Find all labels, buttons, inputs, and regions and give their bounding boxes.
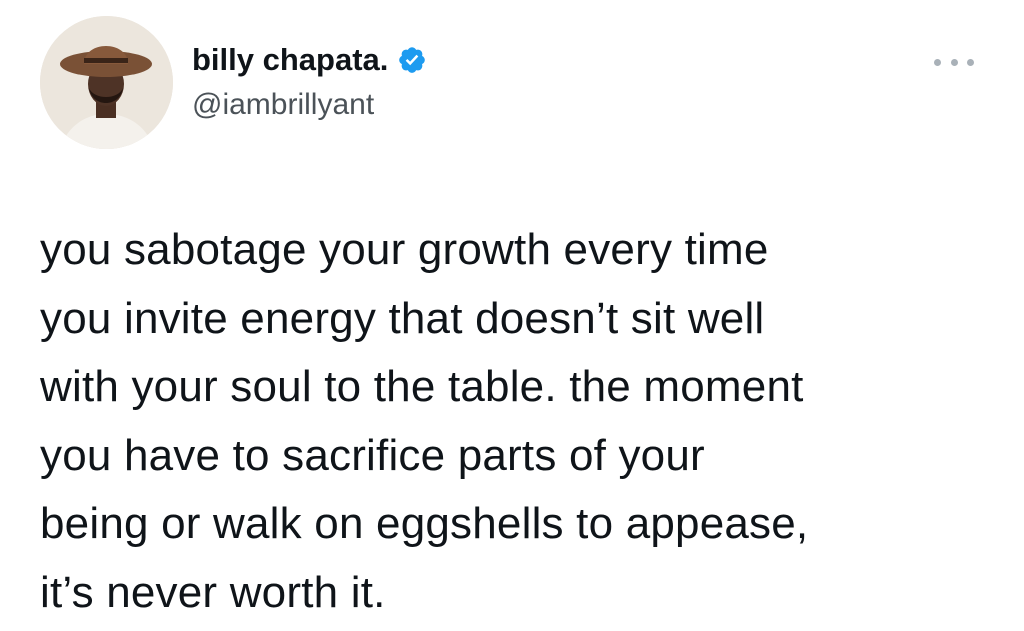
- tweet-text-line: it’s never worth it.: [40, 567, 386, 617]
- tweet-text-line: with your soul to the table. the moment: [40, 362, 804, 411]
- tweet-text-line: being or walk on eggshells to appease,: [40, 499, 809, 548]
- more-dots-icon: [934, 58, 941, 66]
- author-avatar[interactable]: [40, 16, 173, 149]
- tweet-text-line: you have to sacrifice parts of your: [40, 430, 705, 480]
- more-dots-icon: [950, 58, 958, 66]
- tweet-text-line: you sabotage your growth every time: [40, 225, 769, 274]
- tweet-card: billy chapata. @iambrillyant you sabotag…: [0, 0, 1024, 631]
- author-name-row: billy chapata.: [192, 40, 427, 80]
- tweet-text-line: you invite energy that doesn’t sit well: [40, 293, 765, 343]
- more-options-button[interactable]: [934, 52, 974, 72]
- author-handle[interactable]: @iambrillyant: [192, 86, 374, 124]
- more-dots-icon: [967, 58, 974, 66]
- author-display-name[interactable]: billy chapata.: [192, 40, 388, 80]
- verified-badge-icon: [397, 45, 427, 75]
- tweet-text: you sabotage your growth every time you …: [40, 216, 1000, 627]
- avatar-photo-icon: [40, 16, 173, 149]
